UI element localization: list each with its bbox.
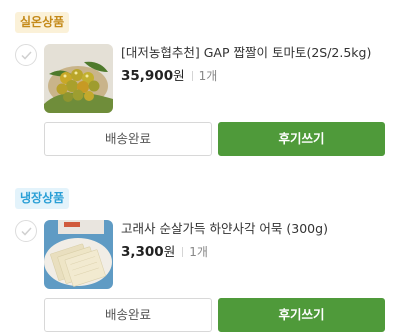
- category-badge-room: 실온상품: [15, 12, 70, 33]
- product-name[interactable]: [대저농협추천] GAP 짭짤이 토마토(2S/2.5kg): [121, 44, 391, 62]
- select-checkbox[interactable]: [15, 220, 37, 242]
- price-row: 3,300원 1개: [121, 243, 208, 262]
- product-thumbnail[interactable]: [44, 44, 113, 113]
- price-row: 35,900원 1개: [121, 67, 217, 86]
- write-review-button[interactable]: 후기쓰기: [218, 122, 385, 156]
- check-icon: [21, 51, 32, 60]
- category-badge-cold: 냉장상품: [15, 188, 70, 209]
- product-thumbnail[interactable]: [44, 220, 113, 289]
- divider: [191, 71, 193, 81]
- product-price: 35,900: [121, 68, 174, 84]
- fishcake-product-image: [44, 220, 113, 289]
- product-quantity: 1개: [189, 245, 208, 259]
- write-review-button[interactable]: 후기쓰기: [218, 298, 385, 332]
- tomato-product-image: [44, 44, 113, 113]
- product-name[interactable]: 고래사 순살가득 하얀사각 어묵 (300g): [121, 220, 391, 238]
- product-price: 3,300: [121, 244, 164, 260]
- product-quantity: 1개: [198, 69, 218, 83]
- delivery-complete-button[interactable]: 배송완료: [44, 122, 212, 156]
- currency-unit: 원: [173, 68, 185, 83]
- check-icon: [21, 227, 32, 236]
- select-checkbox[interactable]: [15, 44, 37, 66]
- currency-unit: 원: [163, 244, 176, 259]
- divider: [182, 247, 184, 257]
- delivery-complete-button[interactable]: 배송완료: [44, 298, 212, 332]
